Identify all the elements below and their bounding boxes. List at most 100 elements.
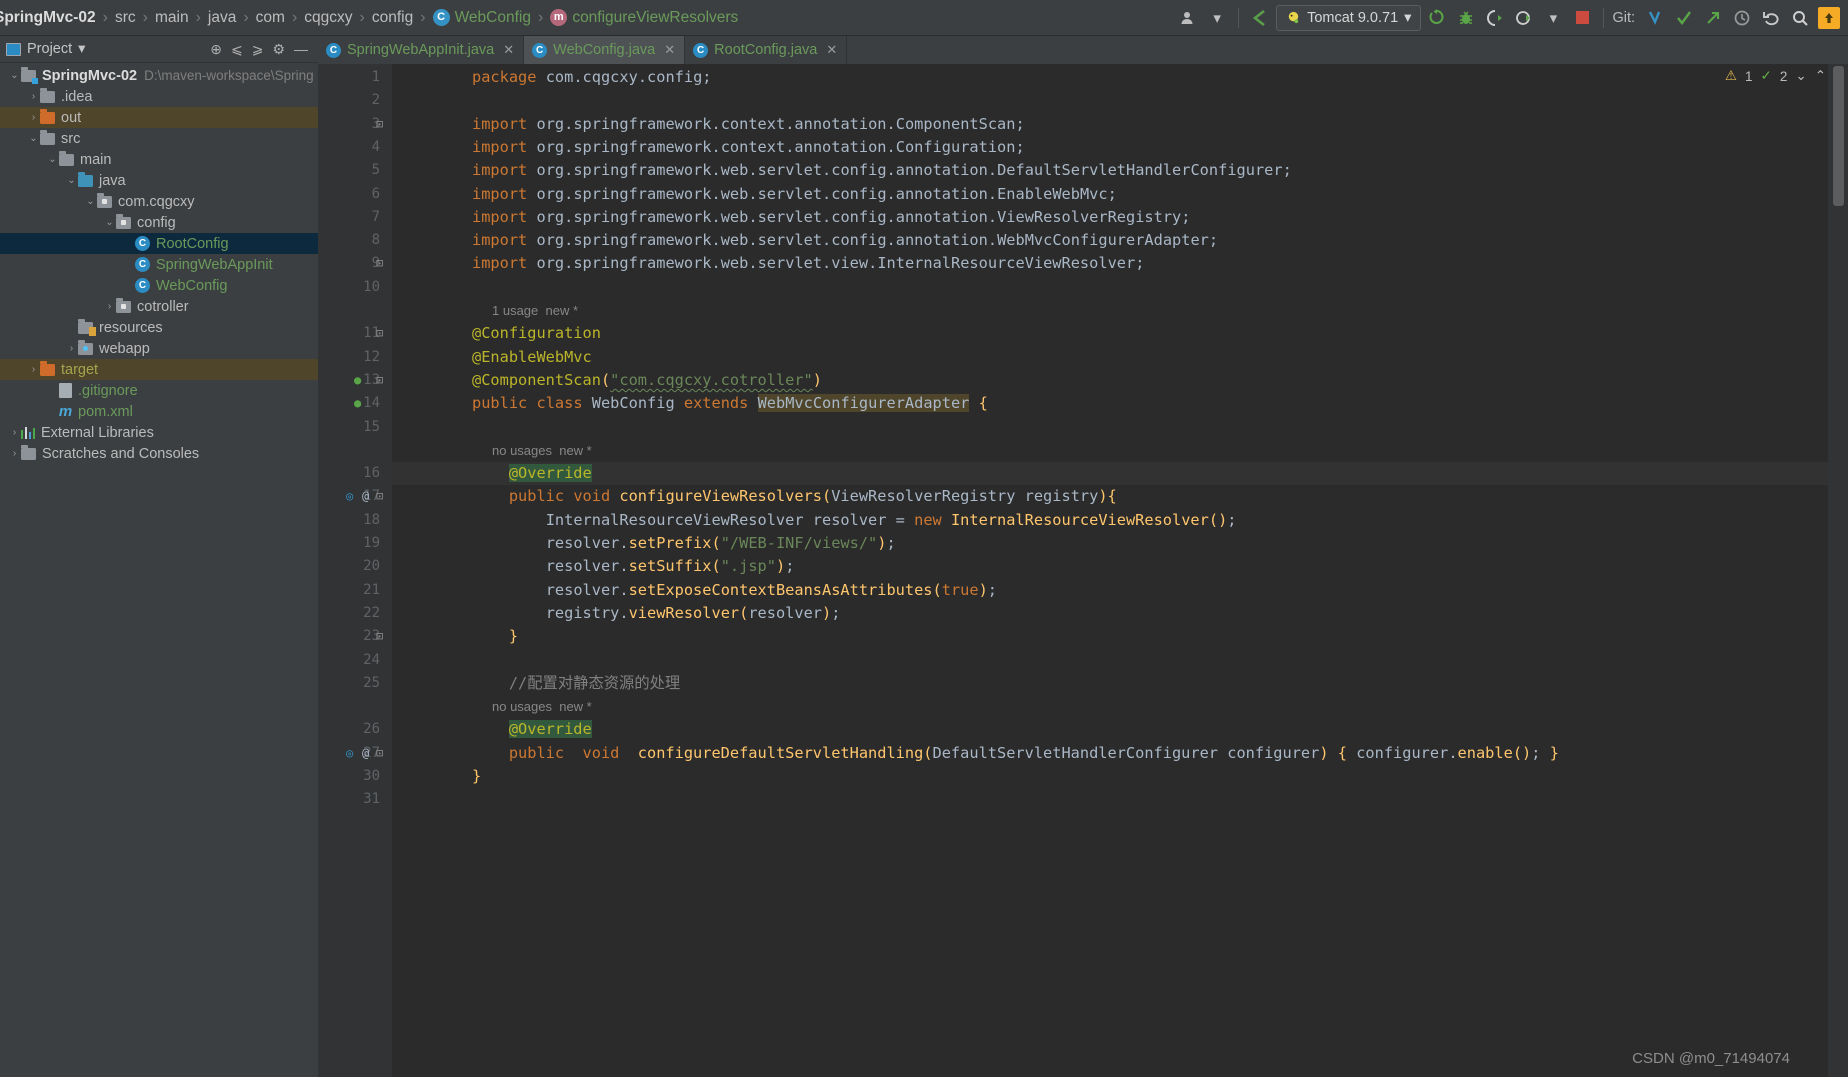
- project-tree[interactable]: ⌄ SpringMvc-02 D:\maven-workspace\Spring ›.…: [0, 63, 318, 1077]
- inspection-summary[interactable]: ⚠ 1 ✓ 2 ⌄ ⌃: [1725, 68, 1826, 84]
- implemented-marker-icon[interactable]: ◎: [346, 742, 353, 765]
- chevron-right-icon[interactable]: ›: [27, 112, 40, 123]
- debug-icon[interactable]: [1453, 5, 1479, 31]
- code-line[interactable]: }: [472, 625, 518, 648]
- editor-tab-webconfig[interactable]: C WebConfig.java ✕: [524, 36, 686, 64]
- breadcrumb-item-java[interactable]: java: [202, 9, 242, 27]
- tree-node-cotroller[interactable]: › cotroller: [0, 296, 318, 317]
- editor-tab-rootconfig[interactable]: C RootConfig.java ✕: [685, 36, 848, 64]
- code-line[interactable]: import org.springframework.context.annot…: [472, 113, 1025, 136]
- tree-node-external-libraries[interactable]: › External Libraries: [0, 422, 318, 443]
- user-icon[interactable]: [1175, 5, 1201, 31]
- profiler-icon[interactable]: [1511, 5, 1537, 31]
- chevron-right-icon[interactable]: ›: [27, 91, 40, 102]
- tree-node-java[interactable]: ⌄ java: [0, 170, 318, 191]
- code-line[interactable]: package com.cqgcxy.config;: [472, 66, 712, 89]
- chevron-right-icon[interactable]: ›: [8, 427, 21, 438]
- fold-column[interactable]: [318, 64, 336, 1077]
- code-line[interactable]: resolver.setExposeContextBeansAsAttribut…: [472, 579, 997, 602]
- code-line[interactable]: InternalResourceViewResolver resolver = …: [472, 509, 1237, 532]
- line-number-gutter[interactable]: 1 2 3 4 5 6 7 8 9 10 11 12 13 14 15 16 17 18 19 20 21 22 23 24 2…: [318, 64, 392, 1077]
- breadcrumb-item-src[interactable]: src: [109, 9, 142, 27]
- code-line[interactable]: public class WebConfig extends WebMvcCon…: [472, 392, 988, 415]
- code-line[interactable]: @ComponentScan("com.cqgcxy.cotroller"): [472, 369, 822, 392]
- spring-bean-icon[interactable]: ●: [354, 369, 361, 392]
- breadcrumb-item-main[interactable]: main: [149, 9, 195, 27]
- settings-gear-icon[interactable]: ⚙: [272, 41, 285, 58]
- breadcrumb-item-config[interactable]: config: [366, 9, 419, 27]
- breadcrumb-item-method[interactable]: m configureViewResolvers: [544, 9, 744, 27]
- push-icon[interactable]: [1700, 5, 1726, 31]
- inspection-scrollbar[interactable]: [1828, 64, 1848, 1077]
- expand-all-icon[interactable]: ⩽: [231, 41, 243, 58]
- chevron-down-icon[interactable]: ⌄: [65, 175, 78, 186]
- chevron-down-icon[interactable]: ⌄: [8, 70, 21, 81]
- fold-region-icon[interactable]: ⊡: [376, 625, 383, 648]
- inlay-hint-usages[interactable]: no usages new *: [492, 439, 592, 462]
- chevron-down-icon[interactable]: ⌄: [103, 217, 116, 228]
- chevron-right-icon[interactable]: ›: [27, 364, 40, 375]
- collapse-all-icon[interactable]: ⩾: [252, 41, 264, 58]
- run-icon[interactable]: [1424, 5, 1450, 31]
- code-line[interactable]: import org.springframework.context.annot…: [472, 136, 1025, 159]
- breadcrumb-item-webconfig[interactable]: C WebConfig: [427, 9, 537, 27]
- tree-node-gitignore[interactable]: .gitignore: [0, 380, 318, 401]
- code-line[interactable]: @Configuration: [472, 322, 601, 345]
- inlay-hint-usages[interactable]: 1 usage new *: [492, 299, 578, 322]
- code-content[interactable]: package com.cqgcxy.config; import org.spr…: [392, 64, 1848, 1077]
- commit-icon[interactable]: [1671, 5, 1697, 31]
- tree-node-springwebappinit[interactable]: C SpringWebAppInit: [0, 254, 318, 275]
- update-project-icon[interactable]: [1642, 5, 1668, 31]
- code-line[interactable]: import org.springframework.web.servlet.c…: [472, 183, 1117, 206]
- chevron-right-icon[interactable]: ›: [103, 301, 116, 312]
- tree-node-main[interactable]: ⌄ main: [0, 149, 318, 170]
- chevron-down-icon[interactable]: ⌄: [27, 133, 40, 144]
- fold-region-icon[interactable]: ⊡: [376, 252, 383, 275]
- inlay-hint-usages[interactable]: no usages new *: [492, 695, 592, 718]
- hide-panel-icon[interactable]: —: [294, 41, 308, 57]
- chevron-down-icon[interactable]: ⌄: [1795, 68, 1806, 84]
- search-everywhere-icon[interactable]: [1787, 5, 1813, 31]
- editor-tab-bar[interactable]: C SpringWebAppInit.java ✕ C WebConfig.java ✕ C…: [318, 36, 1848, 64]
- select-opened-file-icon[interactable]: ⊕: [210, 41, 222, 58]
- stop-icon[interactable]: [1569, 5, 1595, 31]
- chevron-down-icon[interactable]: ▾: [1204, 5, 1230, 31]
- chevron-down-icon[interactable]: ⌄: [84, 196, 97, 207]
- fold-region-icon[interactable]: ⊡: [376, 322, 383, 345]
- code-line[interactable]: import org.springframework.web.servlet.c…: [472, 206, 1191, 229]
- close-icon[interactable]: ✕: [664, 42, 675, 58]
- code-line[interactable]: @Override: [472, 718, 592, 741]
- tree-node-target[interactable]: › target: [0, 359, 318, 380]
- overriding-method-icon[interactable]: @: [362, 485, 369, 508]
- chevron-down-icon[interactable]: ▾: [78, 41, 85, 57]
- breadcrumb-item-project[interactable]: SpringMvc-02: [0, 9, 102, 27]
- tree-node-pom-xml[interactable]: m pom.xml: [0, 401, 318, 422]
- code-line[interactable]: resolver.setSuffix(".jsp");: [472, 555, 795, 578]
- chevron-down-icon[interactable]: ⌄: [46, 154, 59, 165]
- tree-node-com-cqgcxy[interactable]: ⌄ com.cqgcxy: [0, 191, 318, 212]
- run-configuration-selector[interactable]: Tomcat 9.0.71 ▾: [1276, 4, 1422, 31]
- fold-region-icon[interactable]: ⊡: [376, 742, 383, 765]
- chevron-right-icon[interactable]: ›: [8, 448, 21, 459]
- run-with-coverage-icon[interactable]: [1482, 5, 1508, 31]
- history-icon[interactable]: [1729, 5, 1755, 31]
- code-line[interactable]: resolver.setPrefix("/WEB-INF/views/");: [472, 532, 896, 555]
- fold-region-icon[interactable]: ⊡: [376, 113, 383, 136]
- code-line[interactable]: import org.springframework.web.servlet.c…: [472, 229, 1218, 252]
- breadcrumb-item-com[interactable]: com: [250, 9, 291, 27]
- tree-node-resources[interactable]: resources: [0, 317, 318, 338]
- code-line[interactable]: public void configureDefaultServletHandl…: [472, 742, 1559, 765]
- overriding-method-icon[interactable]: @: [362, 742, 369, 765]
- update-available-icon[interactable]: [1816, 5, 1842, 31]
- chevron-up-icon[interactable]: ⌃: [1815, 68, 1826, 84]
- chevron-down-icon[interactable]: ▾: [1404, 10, 1411, 26]
- code-line[interactable]: import org.springframework.web.servlet.c…: [472, 159, 1292, 182]
- code-line[interactable]: registry.viewResolver(resolver);: [472, 602, 841, 625]
- code-line[interactable]: @EnableWebMvc: [472, 346, 592, 369]
- editor-scrollbar-thumb[interactable]: [1833, 66, 1844, 206]
- back-arrow-icon[interactable]: [1247, 5, 1273, 31]
- tree-node-out[interactable]: › out: [0, 107, 318, 128]
- code-line[interactable]: public void configureViewResolvers(ViewR…: [472, 485, 1117, 508]
- tree-node-rootconfig[interactable]: C RootConfig: [0, 233, 318, 254]
- code-line[interactable]: //配置对静态资源的处理: [472, 672, 680, 695]
